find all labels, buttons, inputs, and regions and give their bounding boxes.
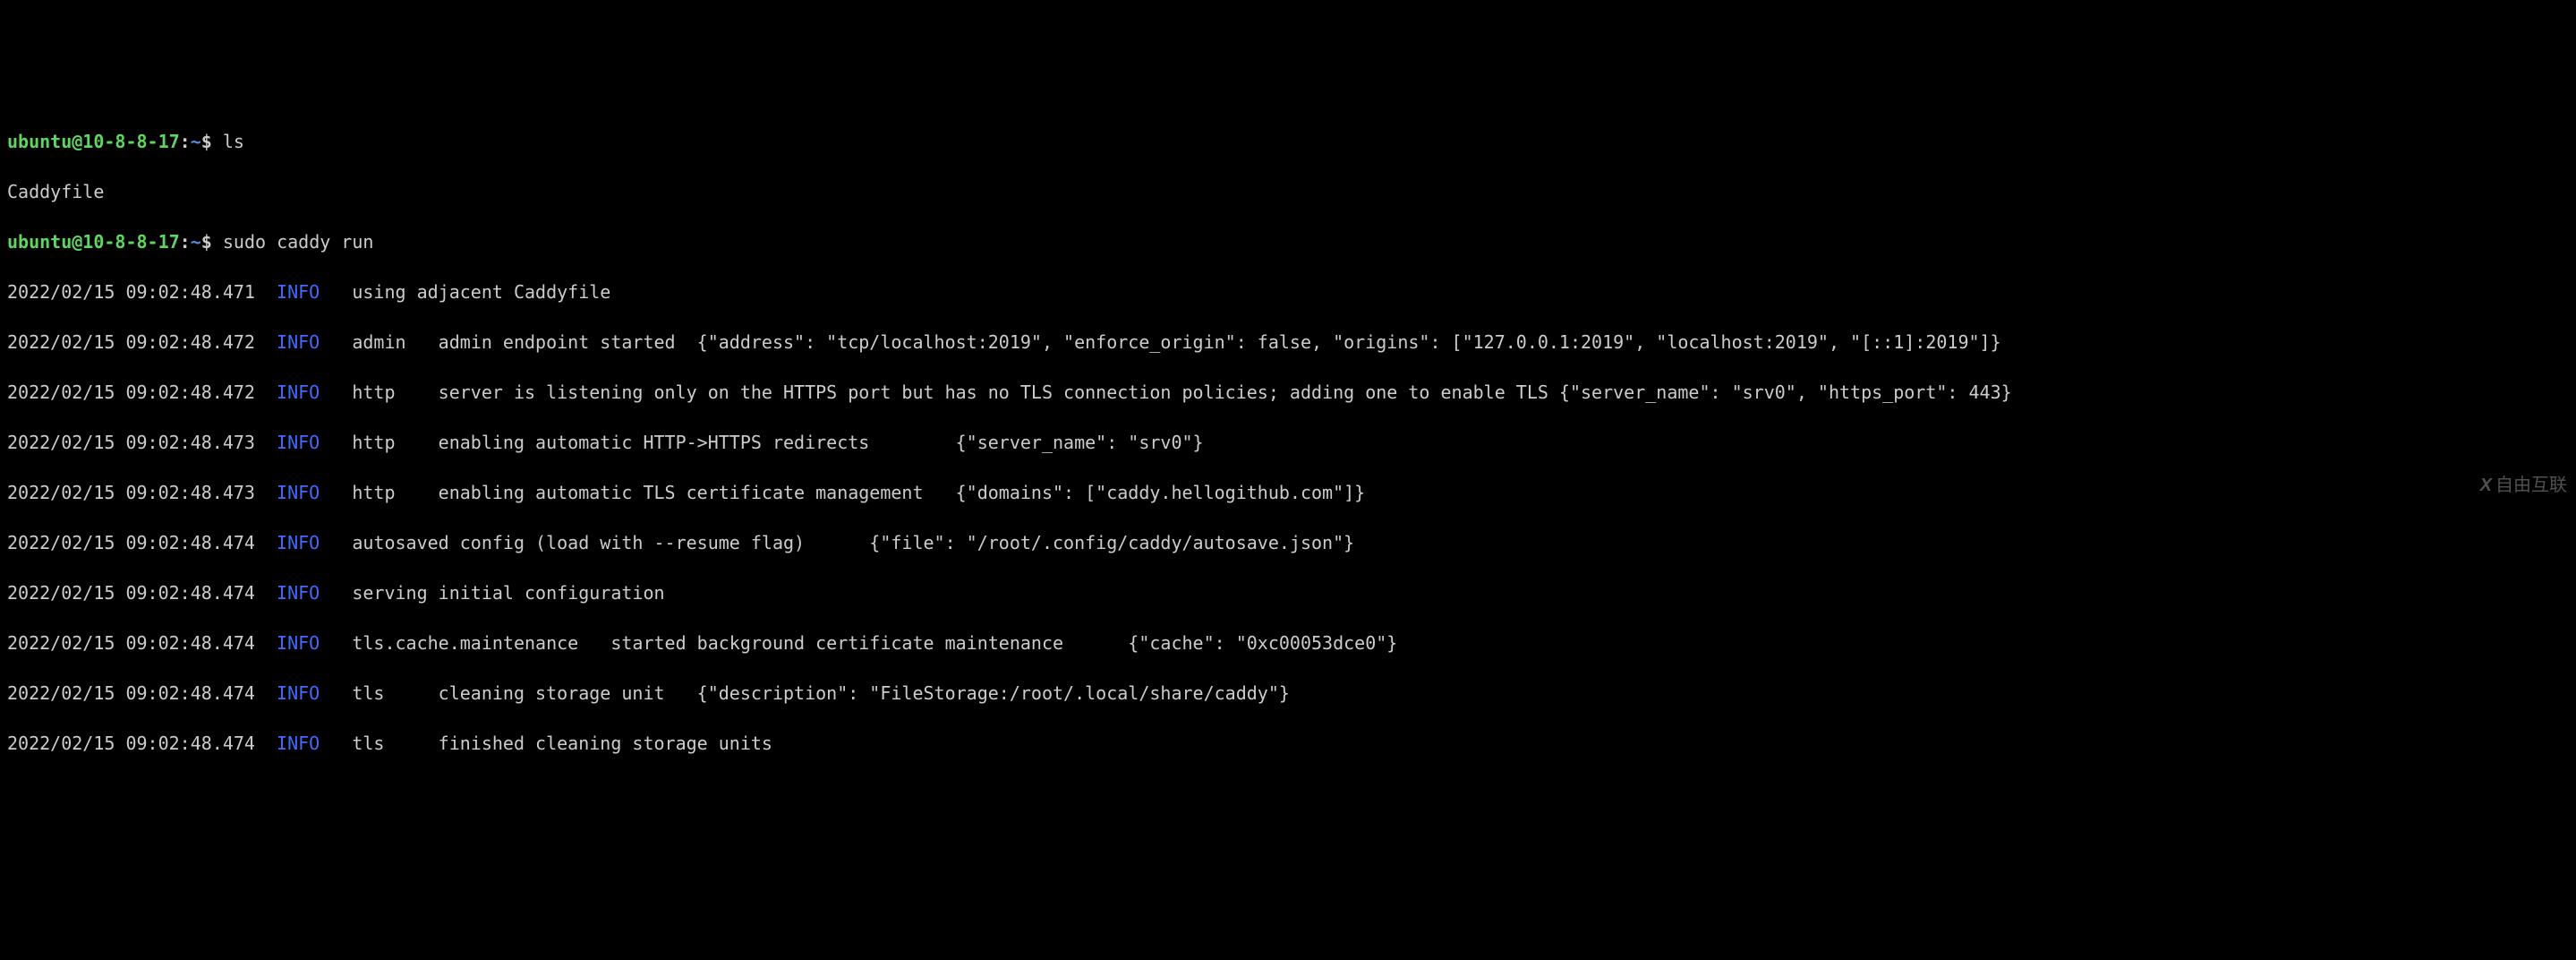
log-level: INFO bbox=[277, 281, 320, 303]
log-line: 2022/02/15 09:02:48.474 INFO tls.cache.m… bbox=[7, 630, 2569, 656]
log-line: 2022/02/15 09:02:48.471 INFO using adjac… bbox=[7, 279, 2569, 304]
watermark-icon: X bbox=[2480, 476, 2492, 495]
log-timestamp: 2022/02/15 09:02:48.473 bbox=[7, 432, 255, 453]
log-level: INFO bbox=[277, 482, 320, 503]
prompt-host: 10-8-8-17 bbox=[82, 131, 179, 152]
prompt-user: ubuntu bbox=[7, 131, 72, 152]
prompt-colon: : bbox=[180, 131, 191, 152]
log-line: 2022/02/15 09:02:48.474 INFO tls cleanin… bbox=[7, 681, 2569, 706]
command-caddy: sudo caddy run bbox=[223, 231, 374, 253]
prompt-user: ubuntu bbox=[7, 231, 72, 253]
terminal[interactable]: ubuntu@10-8-8-17:~$ ls Caddyfile ubuntu@… bbox=[7, 104, 2569, 781]
log-timestamp: 2022/02/15 09:02:48.471 bbox=[7, 281, 255, 303]
log-message: serving initial configuration bbox=[320, 582, 664, 604]
log-timestamp: 2022/02/15 09:02:48.474 bbox=[7, 532, 255, 553]
prompt-colon: : bbox=[180, 231, 191, 253]
log-level: INFO bbox=[277, 432, 320, 453]
log-line: 2022/02/15 09:02:48.474 INFO serving ini… bbox=[7, 580, 2569, 605]
prompt-dollar: $ bbox=[201, 131, 212, 152]
log-message: using adjacent Caddyfile bbox=[320, 281, 610, 303]
command-ls: ls bbox=[223, 131, 244, 152]
prompt-line-1: ubuntu@10-8-8-17:~$ ls bbox=[7, 129, 2569, 154]
log-level: INFO bbox=[277, 532, 320, 553]
log-line: 2022/02/15 09:02:48.472 INFO admin admin… bbox=[7, 330, 2569, 355]
log-timestamp: 2022/02/15 09:02:48.474 bbox=[7, 733, 255, 754]
log-message: admin admin endpoint started {"address":… bbox=[320, 331, 2000, 353]
log-level: INFO bbox=[277, 331, 320, 353]
log-line: 2022/02/15 09:02:48.473 INFO http enabli… bbox=[7, 430, 2569, 455]
log-timestamp: 2022/02/15 09:02:48.474 bbox=[7, 582, 255, 604]
prompt-dollar: $ bbox=[201, 231, 212, 253]
log-level: INFO bbox=[277, 381, 320, 403]
log-message: tls.cache.maintenance started background… bbox=[320, 632, 1397, 654]
log-level: INFO bbox=[277, 733, 320, 754]
log-message: tls finished cleaning storage units bbox=[320, 733, 772, 754]
prompt-path: ~ bbox=[191, 231, 201, 253]
prompt-host: 10-8-8-17 bbox=[82, 231, 179, 253]
prompt-line-2: ubuntu@10-8-8-17:~$ sudo caddy run bbox=[7, 229, 2569, 254]
log-timestamp: 2022/02/15 09:02:48.474 bbox=[7, 632, 255, 654]
prompt-at: @ bbox=[72, 131, 82, 152]
log-timestamp: 2022/02/15 09:02:48.472 bbox=[7, 381, 255, 403]
watermark: X自由互联 bbox=[2480, 473, 2567, 498]
log-line: 2022/02/15 09:02:48.474 INFO autosaved c… bbox=[7, 530, 2569, 555]
log-line: 2022/02/15 09:02:48.472 INFO http server… bbox=[7, 380, 2569, 405]
log-message: http enabling automatic HTTP->HTTPS redi… bbox=[320, 432, 1203, 453]
log-timestamp: 2022/02/15 09:02:48.472 bbox=[7, 331, 255, 353]
prompt-path: ~ bbox=[191, 131, 201, 152]
log-timestamp: 2022/02/15 09:02:48.473 bbox=[7, 482, 255, 503]
watermark-text: 自由互联 bbox=[2495, 476, 2567, 495]
log-line: 2022/02/15 09:02:48.474 INFO tls finishe… bbox=[7, 731, 2569, 756]
log-level: INFO bbox=[277, 632, 320, 654]
log-level: INFO bbox=[277, 582, 320, 604]
log-message: autosaved config (load with --resume fla… bbox=[320, 532, 1354, 553]
ls-output: Caddyfile bbox=[7, 179, 2569, 204]
log-message: tls cleaning storage unit {"description"… bbox=[320, 682, 1290, 704]
log-message: http server is listening only on the HTT… bbox=[320, 381, 2011, 403]
log-level: INFO bbox=[277, 682, 320, 704]
log-message: http enabling automatic TLS certificate … bbox=[320, 482, 1365, 503]
log-timestamp: 2022/02/15 09:02:48.474 bbox=[7, 682, 255, 704]
prompt-at: @ bbox=[72, 231, 82, 253]
